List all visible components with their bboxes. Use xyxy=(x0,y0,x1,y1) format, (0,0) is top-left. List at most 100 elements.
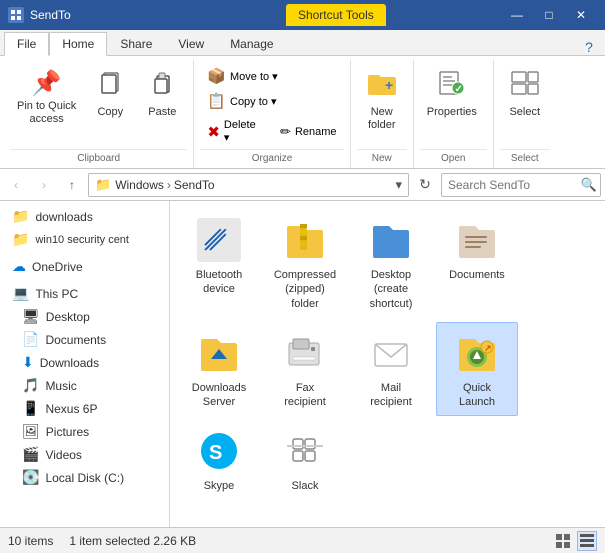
file-item-slack[interactable]: Slack xyxy=(264,420,346,500)
documents-icon: 📄 xyxy=(22,331,39,348)
help-button[interactable]: ? xyxy=(581,39,597,55)
copy-button[interactable]: Copy xyxy=(85,64,135,124)
item-count: 10 items xyxy=(8,534,53,548)
file-item-documents[interactable]: Documents xyxy=(436,209,518,318)
minimize-button[interactable]: — xyxy=(501,0,533,30)
ribbon-group-select: Select Select xyxy=(494,60,556,168)
compressed-file-icon xyxy=(281,216,329,264)
downloads-icon: ⬇ xyxy=(22,354,34,371)
desktop-shortcut-file-icon xyxy=(367,216,415,264)
close-button[interactable]: ✕ xyxy=(565,0,597,30)
onedrive-icon: ☁ xyxy=(12,258,26,275)
ribbon-tabs: File Home Share View Manage ? xyxy=(0,30,605,56)
select-icon xyxy=(509,69,541,104)
sidebar-item-desktop[interactable]: 🖥 Desktop xyxy=(0,305,169,328)
organize-group-label: Organize xyxy=(200,149,343,168)
sidebar-item-win10[interactable]: 📁 win10 security cent xyxy=(0,228,169,251)
rename-icon: ✏ xyxy=(280,124,291,140)
search-icon: 🔍 xyxy=(581,177,597,193)
folder-icon: 📁 xyxy=(12,231,29,248)
file-grid: ␥ Bluetoothdevice Compre xyxy=(178,209,597,501)
window-controls: — □ ✕ xyxy=(501,0,597,30)
music-icon: 🎵 xyxy=(22,377,39,394)
rename-label: Rename xyxy=(295,126,337,138)
tab-manage[interactable]: Manage xyxy=(217,32,286,55)
delete-button[interactable]: ✖ Delete ▾ xyxy=(200,116,271,147)
select-button[interactable]: Select xyxy=(500,64,550,124)
ribbon-group-open: ✓ Properties Open xyxy=(414,60,494,168)
file-item-quick-launch[interactable]: ↗ QuickLaunch xyxy=(436,322,518,417)
svg-text:+: + xyxy=(385,77,393,93)
large-icons-view-button[interactable] xyxy=(553,531,573,551)
sidebar: 📁 downloads 📁 win10 security cent ☁ OneD… xyxy=(0,201,170,527)
file-item-downloads-server[interactable]: DownloadsServer xyxy=(178,322,260,417)
app-title: SendTo xyxy=(30,8,71,22)
sidebar-item-downloads-folder[interactable]: ⬇ Downloads xyxy=(0,351,169,374)
move-to-button[interactable]: 📦 Move to ▾ xyxy=(200,64,343,88)
tab-home[interactable]: Home xyxy=(49,32,107,56)
address-bar: ‹ › ↑ 📁 Windows › SendTo ▾ ↻ 🔍 xyxy=(0,169,605,201)
documents-file-icon xyxy=(453,216,501,264)
fax-file-icon xyxy=(281,329,329,377)
file-item-fax[interactable]: Faxrecipient xyxy=(264,322,346,417)
file-item-desktop[interactable]: Desktop(createshortcut) xyxy=(350,209,432,318)
tab-file[interactable]: File xyxy=(4,32,49,56)
pictures-icon: 🖼 xyxy=(22,423,40,440)
videos-icon: 🎬 xyxy=(22,446,39,463)
move-to-icon: 📦 xyxy=(207,67,226,85)
status-bar: 10 items 1 item selected 2.26 KB xyxy=(0,527,605,553)
view-controls xyxy=(553,531,597,551)
move-to-label: Move to ▾ xyxy=(230,70,278,83)
selected-info: 1 item selected 2.26 KB xyxy=(69,534,196,548)
details-view-button[interactable] xyxy=(577,531,597,551)
forward-button[interactable]: › xyxy=(32,173,56,197)
sidebar-item-localdisk[interactable]: 💽 Local Disk (C:) xyxy=(0,466,169,489)
sidebar-item-videos[interactable]: 🎬 Videos xyxy=(0,443,169,466)
up-button[interactable]: ↑ xyxy=(60,173,84,197)
refresh-button[interactable]: ↻ xyxy=(413,173,437,197)
sidebar-item-documents[interactable]: 📄 Documents xyxy=(0,328,169,351)
ribbon-group-clipboard: 📌 Pin to Quickaccess Copy xyxy=(4,60,194,168)
properties-button[interactable]: ✓ Properties xyxy=(420,64,484,124)
sidebar-item-downloads[interactable]: 📁 downloads xyxy=(0,205,169,228)
shortcut-tools-tab[interactable]: Shortcut Tools xyxy=(286,4,386,26)
downloads-server-file-icon xyxy=(195,329,243,377)
file-area: ␥ Bluetoothdevice Compre xyxy=(170,201,605,527)
maximize-button[interactable]: □ xyxy=(533,0,565,30)
file-item-bluetooth[interactable]: ␥ Bluetoothdevice xyxy=(178,209,260,318)
back-button[interactable]: ‹ xyxy=(4,173,28,197)
path-dropdown-button[interactable]: ▾ xyxy=(395,177,402,193)
file-item-skype[interactable]: S Skype xyxy=(178,420,260,500)
sidebar-item-nexus6p[interactable]: 📱 Nexus 6P xyxy=(0,397,169,420)
sidebar-item-pictures[interactable]: 🖼 Pictures xyxy=(0,420,169,443)
clipboard-group-label: Clipboard xyxy=(10,149,187,168)
tab-view[interactable]: View xyxy=(165,32,217,55)
app-icon xyxy=(8,7,24,23)
sidebar-item-onedrive[interactable]: ☁ OneDrive xyxy=(0,255,169,278)
desktop-icon: 🖥 xyxy=(22,308,40,325)
address-path[interactable]: 📁 Windows › SendTo ▾ xyxy=(88,173,409,197)
copy-to-button[interactable]: 📋 Copy to ▾ xyxy=(200,89,343,113)
pin-to-quick-access-button[interactable]: 📌 Pin to Quickaccess xyxy=(10,64,83,131)
slack-file-icon xyxy=(281,427,329,475)
file-item-mail[interactable]: Mailrecipient xyxy=(350,322,432,417)
pin-icon: 📌 xyxy=(32,69,62,98)
sidebar-item-thispc[interactable]: 💻 This PC xyxy=(0,282,169,305)
bluetooth-file-icon: ␥ xyxy=(195,216,243,264)
folder-icon: 📁 xyxy=(12,208,29,225)
disk-icon: 💽 xyxy=(22,469,39,486)
svg-text:✓: ✓ xyxy=(454,84,462,95)
main-layout: 📁 downloads 📁 win10 security cent ☁ OneD… xyxy=(0,201,605,527)
new-folder-button[interactable]: + Newfolder xyxy=(357,64,407,137)
file-item-compressed[interactable]: Compressed(zipped)folder xyxy=(264,209,346,318)
path-folder-icon: 📁 xyxy=(95,177,111,193)
tab-share[interactable]: Share xyxy=(107,32,165,55)
svg-text:␥: ␥ xyxy=(204,226,227,256)
new-folder-icon: + xyxy=(366,69,398,104)
sidebar-item-music[interactable]: 🎵 Music xyxy=(0,374,169,397)
search-input[interactable] xyxy=(441,173,601,197)
open-group-label: Open xyxy=(420,149,487,168)
rename-button[interactable]: ✏ Rename xyxy=(273,116,344,147)
svg-text:S: S xyxy=(209,442,222,464)
paste-button[interactable]: Paste xyxy=(137,64,187,124)
